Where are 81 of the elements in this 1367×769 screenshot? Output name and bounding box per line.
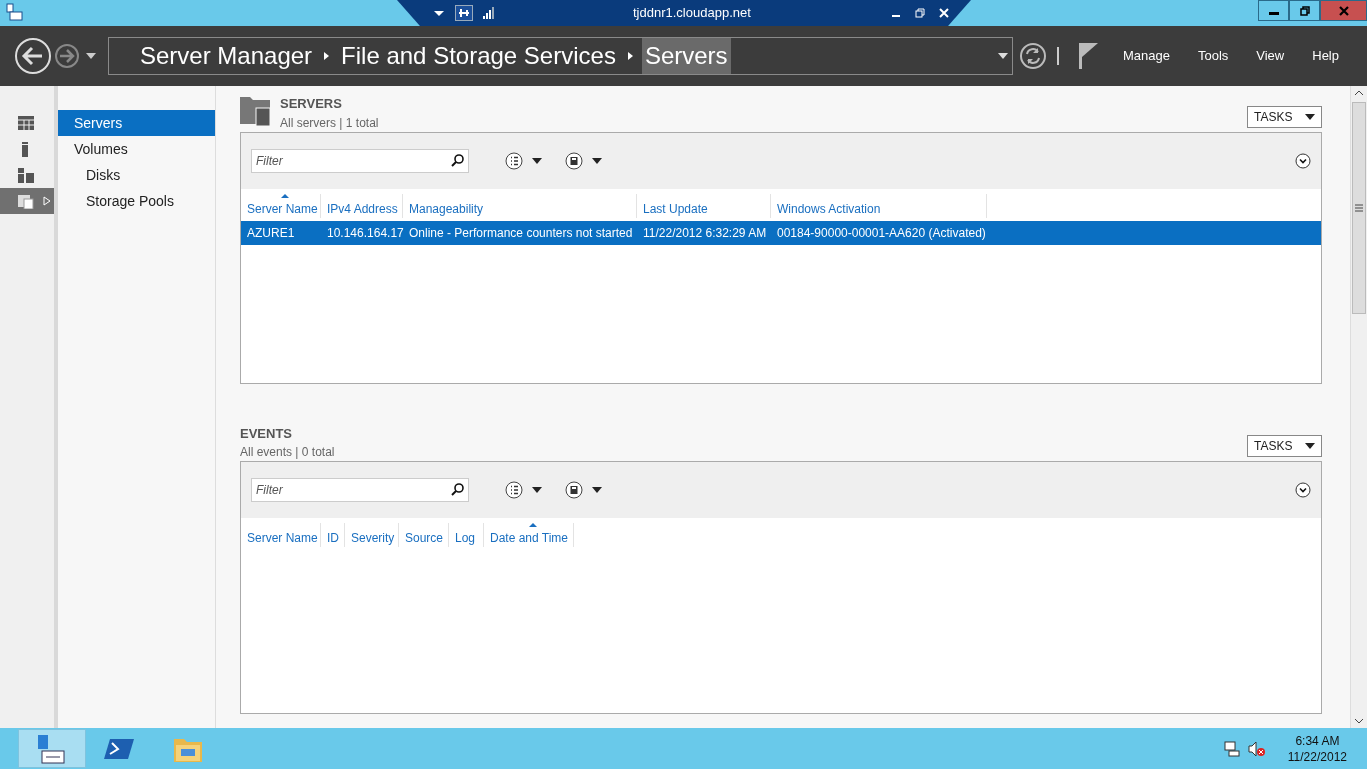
folder-icon (240, 94, 272, 126)
close-icon[interactable] (938, 8, 949, 18)
expand-arrow-icon (43, 196, 51, 206)
signal-icon (483, 7, 495, 19)
save-options-icon[interactable] (565, 151, 603, 170)
clock[interactable]: 6:34 AM 11/22/2012 (1287, 732, 1347, 765)
column-header[interactable]: Log (449, 523, 484, 547)
flag-icon[interactable] (1078, 43, 1099, 69)
minimize-button[interactable] (1258, 0, 1289, 21)
list-options-icon[interactable] (505, 481, 543, 499)
sidebar-tab[interactable] (0, 188, 54, 214)
breadcrumb-item[interactable]: File and Storage Services (338, 38, 619, 74)
dropdown-icon[interactable] (433, 9, 445, 17)
breadcrumb-item[interactable]: Servers (641, 38, 731, 74)
expand-icon[interactable] (1295, 152, 1311, 169)
section-subtitle: All servers | 1 total (280, 114, 379, 132)
taskbar-button[interactable] (18, 729, 86, 768)
menu-item[interactable]: Manage (1122, 46, 1170, 66)
pin-icon[interactable] (455, 5, 473, 21)
grip-icon (1355, 204, 1363, 212)
network-icon[interactable] (1223, 740, 1240, 757)
table-cell-text: 00184-90000-00001-AA620 (Activated) (776, 224, 987, 242)
column-header[interactable]: Windows Activation (771, 193, 987, 218)
search-icon[interactable] (451, 153, 464, 167)
column-header[interactable]: Server Name (241, 193, 321, 218)
tasks-button[interactable]: TASKS (1247, 105, 1322, 128)
restore-icon (1299, 5, 1310, 16)
nav-item[interactable]: Storage Pools (58, 188, 215, 214)
dashboard-icon (18, 115, 34, 131)
table-cell-text: AZURE1 (246, 224, 296, 242)
breadcrumb-item[interactable]: Server Manager (137, 38, 316, 74)
column-header[interactable]: Date and Time (484, 523, 574, 547)
servers-icon (18, 167, 34, 183)
minimize-icon (1268, 12, 1279, 15)
dropdown-icon[interactable] (998, 53, 1008, 59)
forward-icon[interactable] (54, 43, 80, 69)
filter-field[interactable]: Filter (251, 478, 469, 502)
restore-button[interactable] (1289, 0, 1320, 21)
tasks-button[interactable]: TASKS (1247, 435, 1322, 457)
filter-field[interactable]: Filter (251, 148, 469, 173)
close-icon (1338, 5, 1349, 16)
column-header[interactable]: ID (321, 523, 345, 547)
back-icon[interactable] (14, 37, 52, 75)
folder-icon (18, 193, 34, 209)
column-header[interactable]: Source (399, 523, 449, 547)
volume-muted-icon[interactable] (1247, 740, 1266, 757)
nav-item[interactable]: Disks (58, 162, 215, 188)
table-cell-text: 11/22/2012 6:32:29 AM (642, 224, 768, 242)
connection-title: tjddnr1.cloudapp.net (633, 4, 751, 23)
save-options-icon[interactable] (565, 481, 603, 499)
caret-icon (1305, 113, 1315, 120)
table-row[interactable]: AZURE1 10.146.164.17 Online - Performance counters not started 11/22/2012 6:32:29 AM 00184-90000-00001-AA620 (Activated) (241, 220, 1321, 245)
server-manager-icon (36, 732, 68, 765)
app-icon[interactable] (4, 2, 24, 22)
restore-icon[interactable] (914, 8, 925, 18)
column-header[interactable]: Server Name (241, 523, 321, 547)
dropdown-icon[interactable] (86, 53, 96, 59)
search-icon[interactable] (451, 483, 464, 496)
scroll-thumb[interactable] (1352, 102, 1366, 314)
section-title: SERVERS (280, 95, 343, 113)
nav-item[interactable]: Servers (58, 110, 215, 136)
section-subtitle: All events | 0 total (240, 444, 335, 461)
list-options-icon[interactable] (505, 151, 543, 170)
column-header[interactable]: Last Update (637, 193, 771, 218)
chevron-icon (627, 52, 633, 60)
table-cell-text: 10.146.164.17 (326, 224, 403, 242)
menu-item[interactable]: Help (1312, 46, 1339, 66)
menu-item[interactable]: Tools (1197, 46, 1229, 66)
close-button[interactable] (1320, 0, 1367, 21)
section-title: EVENTS (240, 424, 293, 443)
table-cell-text: Online - Performance counters not started (408, 224, 634, 242)
caret-icon (1305, 443, 1315, 449)
scrollbar[interactable] (1350, 86, 1367, 728)
nav-item[interactable]: Volumes (58, 136, 215, 162)
refresh-icon[interactable] (1019, 42, 1047, 70)
column-header[interactable]: Manageability (403, 193, 637, 218)
column-header[interactable]: IPv4 Address (321, 193, 403, 218)
column-header[interactable]: Severity (345, 523, 399, 547)
menu-item[interactable]: View (1256, 46, 1285, 66)
chevron-icon (324, 52, 330, 60)
expand-icon[interactable] (1295, 482, 1311, 498)
